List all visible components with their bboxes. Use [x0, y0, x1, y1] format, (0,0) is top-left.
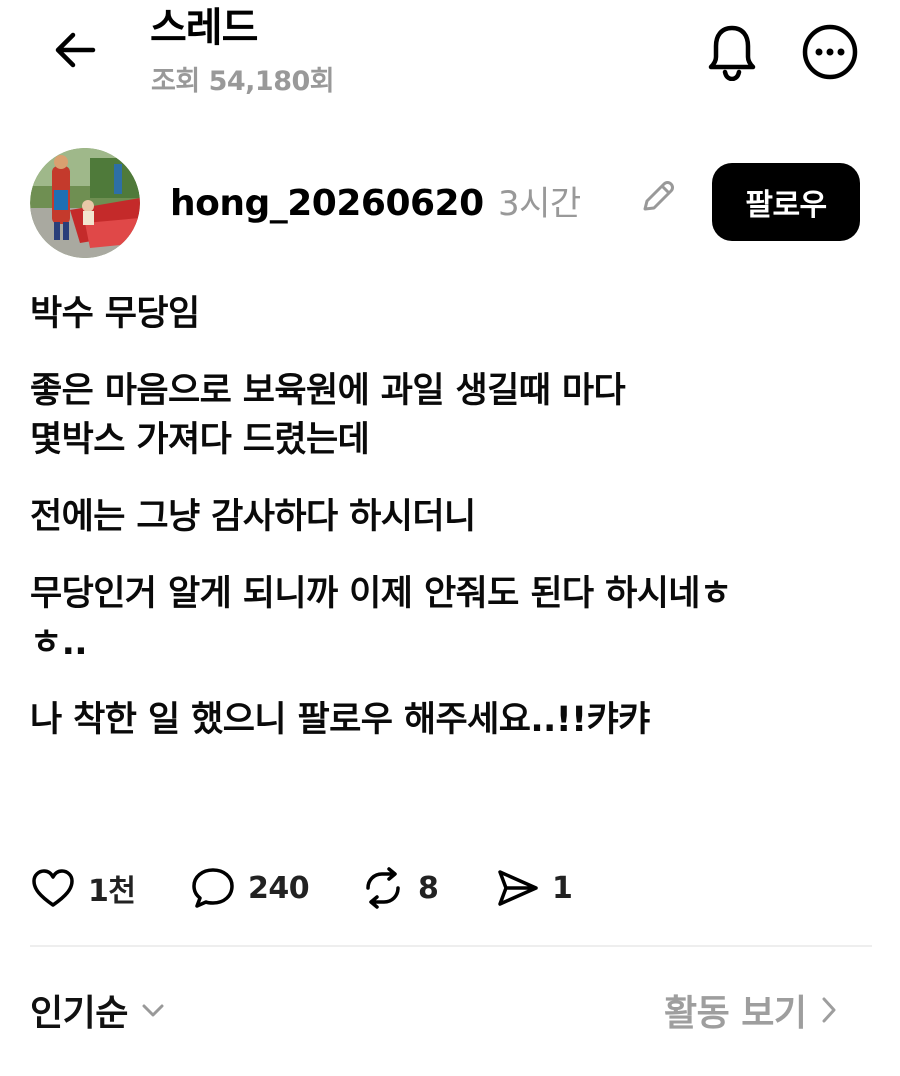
arrow-left-icon: [55, 32, 96, 68]
comment-count: 240: [248, 870, 310, 906]
post-timestamp: 3시간: [498, 184, 581, 224]
post-paragraph: 박수 무당임: [30, 294, 200, 334]
chevron-down-icon: [142, 1004, 164, 1017]
back-button[interactable]: [42, 20, 108, 80]
comment-icon: [192, 868, 234, 908]
repost-button[interactable]: 8: [360, 860, 439, 916]
post-paragraph: 무당인거 알게 되니까 이제 안줘도 된다 하시네ㅎ ㅎ..: [30, 574, 732, 663]
bell-icon: [708, 25, 756, 81]
like-button[interactable]: 1천: [30, 860, 136, 916]
more-options-button[interactable]: [798, 20, 862, 84]
sort-label: 인기순: [30, 993, 128, 1034]
post-paragraph: 전에는 그냥 감사하다 하시더니: [30, 497, 476, 537]
activity-label: 활동 보기: [664, 993, 807, 1034]
chevron-right-icon: [822, 997, 836, 1023]
page-title: 스레드: [150, 5, 258, 51]
repost-icon: [366, 867, 400, 909]
view-count: 조회 54,180회: [151, 66, 335, 97]
post-content: 박수 무당임 좋은 마음으로 보육원에 과일 생길때 마다 몇박스 가져다 드렸…: [30, 290, 860, 773]
share-button[interactable]: 1: [494, 860, 573, 916]
follow-button[interactable]: 팔로우: [712, 163, 860, 241]
notification-button[interactable]: [700, 20, 764, 84]
like-count: 1천: [88, 874, 136, 909]
repost-count: 8: [418, 870, 439, 906]
sort-dropdown[interactable]: 인기순: [30, 980, 166, 1040]
post-paragraph: 좋은 마음으로 보육원에 과일 생길때 마다 몇박스 가져다 드렸는데: [30, 371, 626, 460]
divider: [30, 945, 872, 947]
pencil-icon: [643, 181, 674, 211]
comment-button[interactable]: 240: [190, 860, 310, 916]
more-circle-icon: [802, 24, 858, 80]
author-avatar[interactable]: [30, 148, 140, 258]
post-paragraph: 나 착한 일 했으니 팔로우 해주세요..!!캬캬: [30, 700, 650, 740]
heart-icon: [32, 869, 74, 907]
send-icon: [498, 870, 538, 906]
author-username[interactable]: hong_20260620: [170, 176, 484, 232]
edited-indicator: [634, 174, 680, 220]
view-activity-link[interactable]: 활동 보기: [664, 980, 839, 1040]
share-count: 1: [552, 870, 573, 906]
